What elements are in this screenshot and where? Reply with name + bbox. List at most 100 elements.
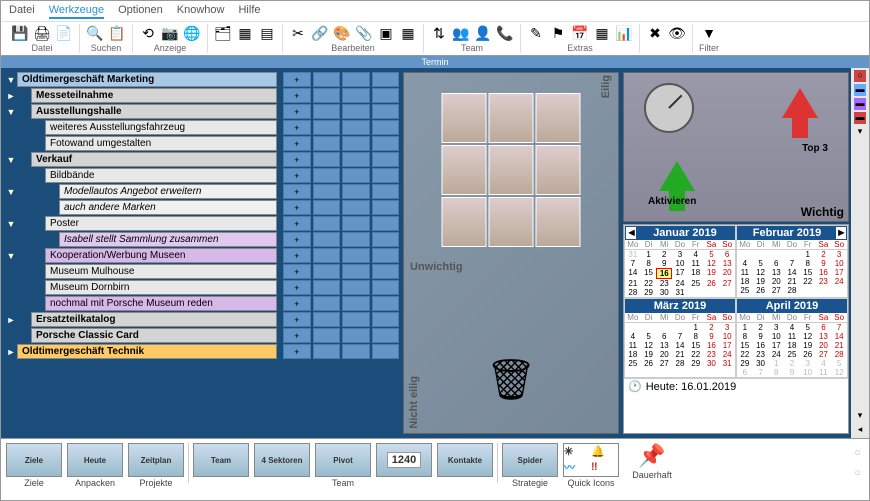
cal-day[interactable]: 24: [831, 277, 847, 286]
calendar-today-footer[interactable]: 🕐Heute: 16.01.2019: [624, 378, 848, 394]
cal-day[interactable]: 13: [656, 341, 672, 350]
status-cell[interactable]: [372, 168, 400, 183]
status-cell[interactable]: [342, 168, 370, 183]
status-cell[interactable]: [372, 328, 400, 343]
status-cell[interactable]: [313, 216, 341, 231]
tree-label[interactable]: Bildbände: [45, 168, 277, 183]
cal-day[interactable]: 3: [672, 250, 688, 259]
status-cell[interactable]: +: [283, 184, 311, 199]
person-thumbnail[interactable]: [442, 145, 487, 195]
cal-day[interactable]: 31: [672, 288, 688, 297]
cal-day[interactable]: 12: [641, 341, 657, 350]
cal-day[interactable]: 12: [704, 259, 720, 268]
status-cell[interactable]: +: [283, 312, 311, 327]
dauerhaft-button[interactable]: 📌Dauerhaft: [623, 443, 681, 480]
status-cell[interactable]: +: [283, 120, 311, 135]
cal-day[interactable]: 3: [768, 323, 784, 332]
status-cell[interactable]: [372, 152, 400, 167]
tree-arrow-icon[interactable]: ▼: [5, 107, 17, 117]
side-tool-icon[interactable]: ▾: [854, 126, 866, 138]
cal-day[interactable]: 7: [784, 259, 800, 268]
cal-day[interactable]: 25: [784, 350, 800, 359]
cal-day[interactable]: 6: [768, 259, 784, 268]
tree-label[interactable]: Museum Dornbirn: [45, 280, 277, 295]
cal-day[interactable]: 3: [800, 359, 816, 368]
menu-hilfe[interactable]: Hilfe: [238, 3, 260, 19]
toolbar-button-icon[interactable]: 📊: [615, 24, 633, 42]
priority-panel[interactable]: Top 3 Aktivieren Wichtig: [623, 72, 849, 222]
cal-day[interactable]: 28: [625, 288, 641, 297]
cal-day[interactable]: 1: [688, 323, 704, 332]
toolbar-button-icon[interactable]: 👁: [668, 24, 686, 42]
status-cell[interactable]: +: [283, 152, 311, 167]
toolbar-button-icon[interactable]: 📷: [161, 24, 179, 42]
toolbar-button-icon[interactable]: 🔍: [86, 24, 104, 42]
toolbar-button-icon[interactable]: 🎨: [333, 24, 351, 42]
status-cell[interactable]: [313, 296, 341, 311]
cal-day[interactable]: 5: [800, 323, 816, 332]
tree-label[interactable]: Kooperation/Werbung Museen: [45, 248, 277, 263]
tree-arrow-icon[interactable]: ▼: [5, 219, 17, 229]
status-cell[interactable]: +: [283, 72, 311, 87]
bottom-card[interactable]: ZieleZiele: [5, 443, 63, 488]
toolbar-button-icon[interactable]: ⚑: [549, 24, 567, 42]
status-cell[interactable]: [372, 296, 400, 311]
cal-day[interactable]: 10: [768, 332, 784, 341]
cal-day[interactable]: 31: [625, 250, 641, 259]
cal-day[interactable]: 15: [737, 341, 753, 350]
cal-day[interactable]: 5: [704, 250, 720, 259]
tree-label[interactable]: Oldtimergeschäft Marketing: [17, 72, 277, 87]
cal-day[interactable]: 23: [704, 350, 720, 359]
status-cell[interactable]: [372, 312, 400, 327]
cal-day[interactable]: 30: [753, 359, 769, 368]
cal-day[interactable]: 25: [737, 286, 753, 295]
status-cell[interactable]: [372, 88, 400, 103]
cal-day[interactable]: 10: [800, 368, 816, 377]
tree-item[interactable]: Bildbände: [5, 168, 277, 183]
cal-day[interactable]: 13: [719, 259, 735, 268]
cal-day[interactable]: 17: [672, 268, 688, 279]
person-thumbnail[interactable]: [489, 145, 534, 195]
status-cell[interactable]: [342, 296, 370, 311]
toolbar-button-icon[interactable]: 💾: [11, 24, 29, 42]
cal-day[interactable]: 1: [800, 250, 816, 259]
tree-arrow-icon[interactable]: ▼: [5, 251, 17, 261]
cal-day[interactable]: 7: [625, 259, 641, 268]
cal-day[interactable]: 16: [753, 341, 769, 350]
cal-day[interactable]: 25: [688, 279, 704, 288]
cal-day[interactable]: 4: [784, 323, 800, 332]
status-cell[interactable]: +: [283, 280, 311, 295]
status-cell[interactable]: +: [283, 136, 311, 151]
toolbar-button-icon[interactable]: 🖨: [33, 24, 51, 42]
cal-day[interactable]: 3: [831, 250, 847, 259]
bottom-card[interactable]: 1240: [375, 443, 433, 478]
tree-arrow-icon[interactable]: ▼: [5, 75, 17, 85]
status-cell[interactable]: [313, 120, 341, 135]
cal-day[interactable]: 4: [688, 250, 704, 259]
cal-day[interactable]: 7: [672, 332, 688, 341]
status-cell[interactable]: [313, 344, 341, 359]
tree-item[interactable]: ►Ersatzteilkatalog: [5, 312, 277, 327]
cal-day[interactable]: 14: [831, 332, 847, 341]
cal-day[interactable]: 27: [816, 350, 832, 359]
tree-label[interactable]: auch andere Marken: [59, 200, 277, 215]
cal-day[interactable]: 30: [704, 359, 720, 368]
cal-day[interactable]: 14: [784, 268, 800, 277]
side-tool-icon[interactable]: ◂: [854, 424, 866, 436]
cal-day[interactable]: 12: [800, 332, 816, 341]
cal-day[interactable]: 2: [753, 323, 769, 332]
status-cell[interactable]: +: [283, 296, 311, 311]
arrow-red-icon[interactable]: [782, 88, 818, 118]
cal-day[interactable]: 22: [641, 279, 657, 288]
toolbar-button-icon[interactable]: 👤: [474, 24, 492, 42]
cal-day[interactable]: 28: [831, 350, 847, 359]
toolbar-button-icon[interactable]: 📅: [571, 24, 589, 42]
toolbar-button-icon[interactable]: 📎: [355, 24, 373, 42]
toolbar-button-icon[interactable]: ⇅: [430, 24, 448, 42]
bottom-card[interactable]: PivotTeam: [314, 443, 372, 488]
cal-day[interactable]: 11: [816, 368, 832, 377]
cal-day[interactable]: 9: [704, 332, 720, 341]
cal-day[interactable]: 26: [641, 359, 657, 368]
people-grid[interactable]: [442, 93, 581, 247]
side-tool-icon[interactable]: ▬: [854, 98, 866, 110]
